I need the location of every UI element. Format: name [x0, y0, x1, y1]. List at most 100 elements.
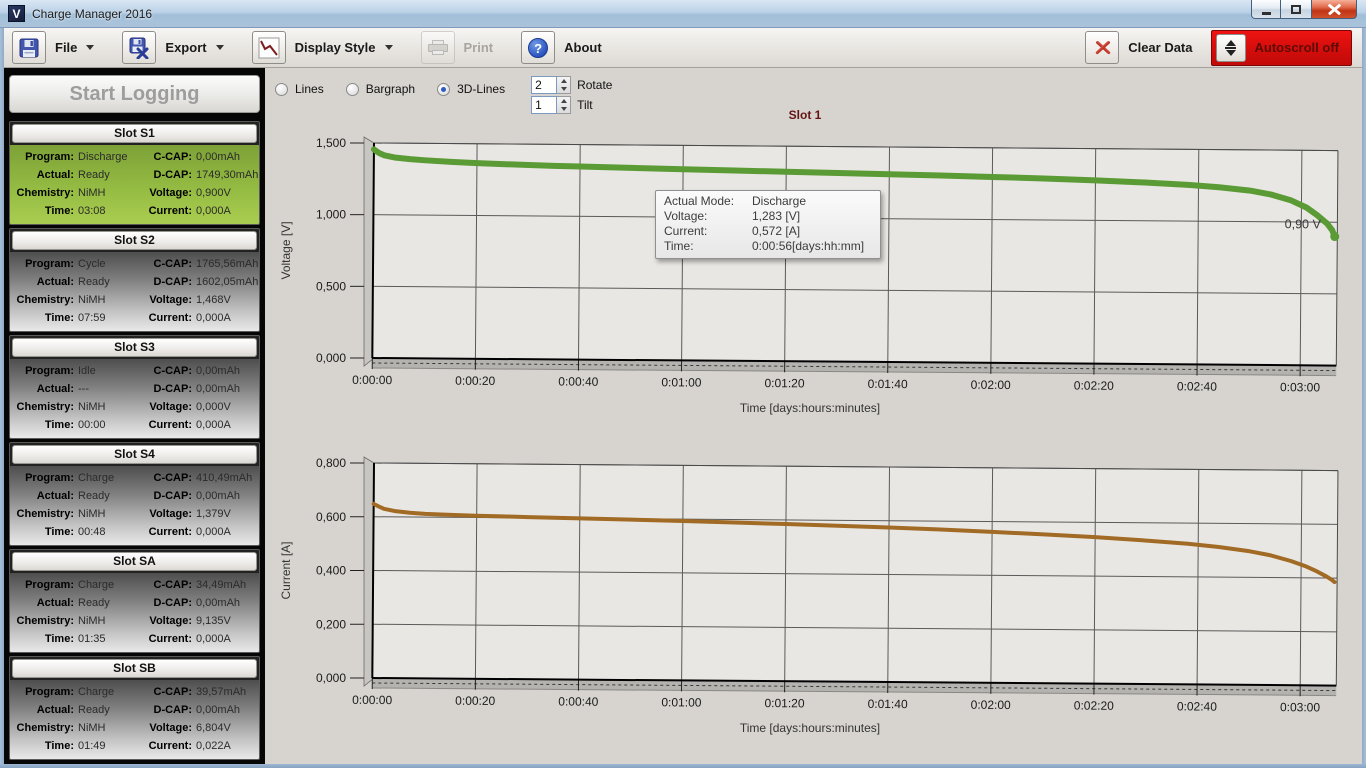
- slot-program-value: Charge: [78, 469, 140, 487]
- display-style-menu-button[interactable]: Display Style: [252, 31, 393, 64]
- print-label: Print: [464, 40, 494, 55]
- maximize-button[interactable]: [1281, 0, 1311, 19]
- x-tick-label: 0:02:40: [1177, 699, 1217, 713]
- slot-row: Chemistry:NiMHVoltage:0,000V: [12, 398, 255, 416]
- rotate-input[interactable]: 2: [531, 76, 557, 94]
- slot-actual-value: Ready: [78, 487, 140, 505]
- slot-header-slot-s2[interactable]: Slot S2: [12, 231, 257, 250]
- y-tick-label: 0,500: [316, 279, 346, 293]
- slot-actual-value: Ready: [78, 166, 140, 184]
- slot-current-label: Current:: [140, 202, 196, 220]
- file-label: File: [55, 40, 77, 55]
- autoscroll-icon[interactable]: [1216, 34, 1246, 62]
- display-style-caret-icon: [385, 45, 393, 50]
- slot-actual-label: Actual:: [12, 701, 78, 719]
- close-button[interactable]: [1311, 0, 1357, 19]
- slot-header-slot-s3[interactable]: Slot S3: [12, 338, 257, 357]
- slot-row: Program:ChargeC-CAP:39,57mAh: [12, 683, 255, 701]
- current-chart[interactable]: 0:00:000:00:200:00:400:01:000:01:200:01:…: [270, 445, 1360, 745]
- slot-d_cap-value: 0,00mAh: [196, 380, 255, 398]
- slot-program-value: Cycle: [78, 255, 140, 273]
- radio-label: Lines: [295, 82, 324, 96]
- about-button[interactable]: ? About: [521, 31, 602, 64]
- voltage-chart[interactable]: 0:00:000:00:200:00:400:01:000:01:200:01:…: [270, 125, 1360, 425]
- slot-body: Program:CycleC-CAP:1765,56mAhActual:Read…: [10, 252, 259, 331]
- slot-header-slot-s1[interactable]: Slot S1: [12, 124, 257, 143]
- about-icon[interactable]: ?: [521, 31, 555, 64]
- slot-d_cap-label: D-CAP:: [140, 487, 196, 505]
- slot-chemistry-label: Chemistry:: [12, 398, 78, 416]
- clear-data-icon[interactable]: [1085, 31, 1119, 64]
- slot-row: Chemistry:NiMHVoltage:9,135V: [12, 612, 255, 630]
- slot-c_cap-value: 34,49mAh: [196, 576, 255, 594]
- series-end-marker: [1330, 232, 1339, 241]
- slot-time-label: Time:: [12, 416, 78, 434]
- tooltip-row: Actual Mode:Discharge: [664, 194, 872, 209]
- export-menu-button[interactable]: Export: [122, 31, 223, 64]
- slot-program-value: Charge: [78, 683, 140, 701]
- tooltip-row: Voltage:1,283 [V]: [664, 209, 872, 224]
- x-tick-label: 0:00:20: [455, 374, 495, 388]
- autoscroll-toggle[interactable]: Autoscroll off: [1211, 30, 1353, 66]
- slot-row: Time:00:00Current:0,000A: [12, 416, 255, 434]
- save-file-icon[interactable]: [12, 31, 46, 64]
- slot-current-value: 0,022A: [196, 737, 255, 755]
- slot-header-slot-sa[interactable]: Slot SA: [12, 552, 257, 571]
- slot-voltage-label: Voltage:: [140, 184, 196, 202]
- radio-circle-icon[interactable]: [437, 83, 450, 96]
- display-style-icon[interactable]: [252, 31, 286, 64]
- file-menu-button[interactable]: File: [12, 31, 94, 64]
- x-tick-label: 0:03:00: [1280, 700, 1320, 714]
- slot-c_cap-value: 410,49mAh: [196, 469, 255, 487]
- slot-c_cap-label: C-CAP:: [140, 362, 196, 380]
- slot-chemistry-value: NiMH: [78, 505, 140, 523]
- minimize-button[interactable]: [1251, 0, 1281, 19]
- slot-panel-slot-s2: Slot S2 Program:CycleC-CAP:1765,56mAhActu…: [9, 228, 260, 332]
- slot-header-slot-s4[interactable]: Slot S4: [12, 445, 257, 464]
- x-tick-label: 0:00:20: [455, 694, 495, 708]
- slot-actual-label: Actual:: [12, 594, 78, 612]
- slot-program-label: Program:: [12, 148, 78, 166]
- slot-chemistry-value: NiMH: [78, 398, 140, 416]
- x-tick-label: 0:00:00: [352, 373, 392, 387]
- slot-voltage-value: 6,804V: [196, 719, 255, 737]
- x-axis-title: Time [days:hours:minutes]: [740, 401, 880, 415]
- tooltip-value: Discharge: [752, 194, 872, 209]
- radio-3d-lines[interactable]: 3D-Lines: [437, 82, 505, 96]
- x-tick-label: 0:01:00: [661, 695, 701, 709]
- radio-circle-icon[interactable]: [275, 83, 288, 96]
- start-logging-button[interactable]: Start Logging: [9, 75, 260, 113]
- slot-c_cap-value: 39,57mAh: [196, 683, 255, 701]
- slot-current-label: Current:: [140, 523, 196, 541]
- slot-actual-label: Actual:: [12, 166, 78, 184]
- rotate-stepper[interactable]: [557, 76, 571, 94]
- slot-current-value: 0,000A: [196, 630, 255, 648]
- print-button: Print: [421, 31, 494, 64]
- main-area: LinesBargraph3D-Lines 2 Rotate 1 Tilt Sl…: [265, 68, 1362, 764]
- slot-program-label: Program:: [12, 683, 78, 701]
- x-tick-label: 0:00:40: [558, 694, 598, 708]
- slot-c_cap-value: 0,00mAh: [196, 362, 255, 380]
- slot-row: Chemistry:NiMHVoltage:0,900V: [12, 184, 255, 202]
- export-icon[interactable]: [122, 31, 156, 64]
- slot-chemistry-value: NiMH: [78, 291, 140, 309]
- slot-row: Program:IdleC-CAP:0,00mAh: [12, 362, 255, 380]
- slot-program-label: Program:: [12, 469, 78, 487]
- slot-header-slot-sb[interactable]: Slot SB: [12, 659, 257, 678]
- slot-current-value: 0,000A: [196, 416, 255, 434]
- slot-chemistry-value: NiMH: [78, 612, 140, 630]
- y-tick-label: 0,000: [316, 351, 346, 365]
- radio-lines[interactable]: Lines: [275, 82, 324, 96]
- slot-current-value: 0,000A: [196, 523, 255, 541]
- slot-voltage-value: 1,379V: [196, 505, 255, 523]
- radio-circle-icon[interactable]: [346, 83, 359, 96]
- clear-data-button[interactable]: Clear Data: [1085, 31, 1192, 64]
- slot-d_cap-value: 0,00mAh: [196, 487, 255, 505]
- y-tick-label: 0,200: [316, 617, 346, 631]
- slot-voltage-label: Voltage:: [140, 505, 196, 523]
- x-tick-label: 0:02:20: [1074, 379, 1114, 393]
- radio-bargraph[interactable]: Bargraph: [346, 82, 415, 96]
- slot-row: Actual:ReadyD-CAP:0,00mAh: [12, 487, 255, 505]
- app-logo-icon: V: [8, 5, 25, 22]
- slot-actual-value: Ready: [78, 273, 140, 291]
